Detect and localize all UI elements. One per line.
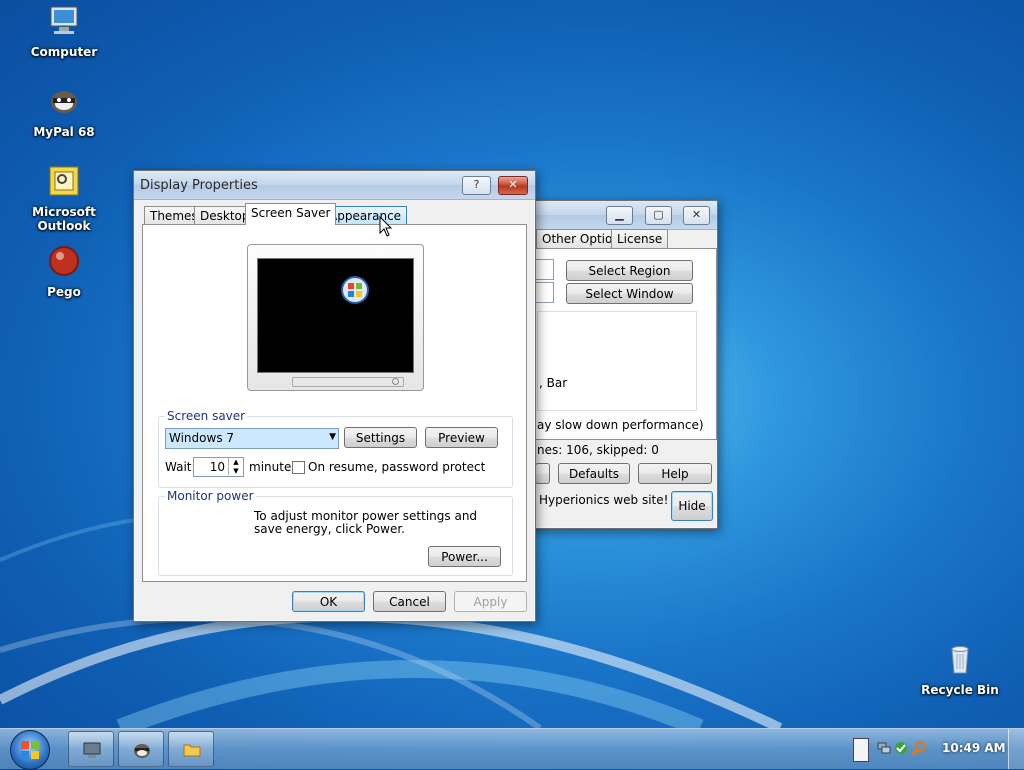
security-check-icon[interactable] [894, 741, 908, 755]
screen-saver-selected: Windows 7 [169, 431, 235, 445]
tray-show-hidden[interactable] [853, 738, 869, 762]
maximize-icon: ▢ [653, 208, 664, 221]
hide-button[interactable]: Hide [671, 491, 713, 521]
desktop-icon-label: Computer [30, 45, 98, 59]
monitor-stand-bar [292, 377, 404, 387]
screen-saver-select[interactable]: Windows 7 ▼ [165, 428, 339, 449]
pego-icon [49, 246, 79, 276]
desktop-icon-pego[interactable]: Pego [9, 244, 119, 299]
desktop-icon-computer[interactable]: Computer [9, 4, 119, 59]
select-window-button[interactable]: Select Window [566, 283, 693, 304]
outlook-icon [49, 166, 79, 196]
password-protect-label[interactable]: On resume, password protect [308, 460, 485, 474]
desktop-icon-recycle-bin[interactable]: Recycle Bin [905, 642, 1015, 697]
desktop-icon-label: Pego [47, 285, 81, 299]
password-protect-checkbox[interactable] [292, 461, 305, 474]
mypal-icon [134, 744, 150, 758]
wait-minutes-stepper[interactable]: 10 ▲ ▼ [193, 457, 244, 477]
show-desktop-button[interactable] [1008, 729, 1024, 769]
tab-screen-saver[interactable]: Screen Saver [245, 203, 337, 225]
capture-options-box [537, 311, 697, 411]
help-button[interactable]: Help [638, 463, 712, 484]
monitor-preview [247, 244, 424, 391]
computer-icon [50, 6, 78, 34]
desktop-icon-mypal[interactable]: MyPal 68 [9, 84, 119, 139]
taskbar-app-mypal[interactable] [118, 731, 164, 767]
minimize-icon: ▁ [615, 208, 624, 221]
taskbar: 10:49 AM [0, 728, 1024, 770]
desktop-icon-label: MyPal 68 [33, 125, 95, 139]
monitor-power-text: To adjust monitor power settings and sav… [254, 509, 478, 536]
close-button[interactable]: ✕ [683, 206, 710, 225]
capture-app-window[interactable]: ▁ ▢ ✕ Other Options License Select Regio… [520, 200, 718, 529]
bar-text: , Bar [539, 376, 568, 390]
taskbar-clock[interactable]: 10:49 AM [942, 741, 1006, 755]
dialog-title: Display Properties [140, 178, 258, 193]
recycle-bin-icon [951, 646, 969, 674]
close-icon: ✕ [691, 208, 702, 221]
desktop-icon-label: Recycle Bin [921, 683, 999, 697]
hidden-left-button[interactable] [535, 463, 550, 484]
network-icon[interactable] [877, 741, 891, 755]
screen-saver-group-label: Screen saver [165, 409, 248, 423]
windows-logo-icon [21, 741, 39, 759]
help-title-button[interactable]: ? [462, 176, 491, 195]
desktop-icon-outlook[interactable]: Microsoft Outlook [9, 164, 119, 233]
preview-screen [257, 258, 414, 373]
start-button[interactable] [10, 730, 50, 770]
preview-button[interactable]: Preview [425, 427, 498, 448]
dialog-close-button[interactable]: ✕ [498, 176, 528, 195]
apply-button[interactable]: Apply [454, 591, 527, 612]
minimize-button[interactable]: ▁ [606, 206, 633, 225]
search-icon[interactable] [911, 740, 927, 756]
mouse-cursor-icon [379, 216, 393, 237]
select-region-button[interactable]: Select Region [566, 260, 693, 281]
desktop-icon-label: Microsoft Outlook [32, 205, 96, 233]
cancel-button[interactable]: Cancel [373, 591, 446, 612]
chevron-down-icon: ▼ [329, 432, 336, 442]
close-icon: ✕ [508, 178, 518, 191]
settings-button[interactable]: Settings [344, 427, 417, 448]
performance-text: ay slow down performance) [537, 418, 704, 432]
capture-field-2[interactable] [535, 282, 554, 303]
display-properties-icon [83, 742, 101, 758]
frames-status-text: nes: 106, skipped: 0 [537, 443, 659, 457]
wait-value: 10 [209, 460, 225, 474]
power-button[interactable]: Power... [428, 546, 501, 567]
windows-logo-icon [341, 276, 369, 304]
wait-label: Wait: [165, 460, 196, 474]
display-properties-dialog[interactable]: Display Properties ? ✕ Themes Desktop Sc… [133, 170, 536, 622]
ok-button[interactable]: OK [292, 591, 365, 612]
mypal-icon [51, 91, 77, 113]
folder-icon [183, 744, 201, 757]
stepper-down-icon[interactable]: ▼ [228, 467, 243, 475]
defaults-button[interactable]: Defaults [558, 463, 630, 484]
monitor-power-light [392, 378, 399, 385]
taskbar-app-display-properties[interactable] [68, 731, 114, 767]
tab-license[interactable]: License [611, 229, 669, 248]
capture-field-1[interactable] [535, 259, 554, 280]
minutes-label: minutes [249, 460, 298, 474]
monitor-power-group-label: Monitor power [165, 489, 256, 503]
maximize-button[interactable]: ▢ [645, 206, 672, 225]
stepper-up-icon[interactable]: ▲ [228, 458, 243, 466]
taskbar-app-explorer[interactable] [168, 731, 214, 767]
